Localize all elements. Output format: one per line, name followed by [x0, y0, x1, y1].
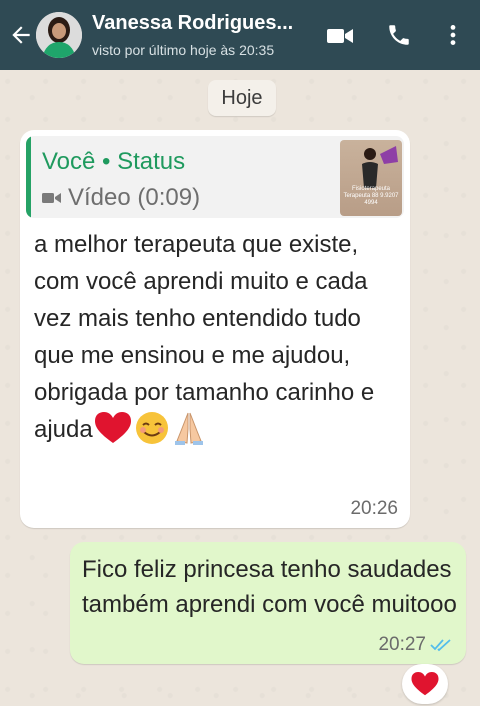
message-reaction[interactable]	[402, 664, 448, 704]
date-separator: Hoje	[208, 80, 276, 116]
video-camera-icon	[42, 193, 61, 203]
contact-name[interactable]: Vanessa Rodrigues...	[92, 12, 293, 35]
chat-header: Vanessa Rodrigues... visto por último ho…	[0, 0, 480, 70]
smiling-face-emoji	[133, 411, 171, 456]
video-call-icon[interactable]	[326, 24, 354, 48]
quote-accent-bar	[26, 136, 31, 218]
heart-reaction-icon	[411, 672, 439, 696]
status-video-thumbnail: Fisioterapeuta Terapeuta 88 9.9207 4994	[340, 140, 402, 216]
back-arrow-icon[interactable]	[8, 22, 34, 48]
phone-call-icon[interactable]	[386, 22, 412, 48]
quoted-status-reply[interactable]: Você • Status Vídeo (0:09) Fisioterapeut…	[26, 136, 404, 218]
thumbnail-caption: Fisioterapeuta Terapeuta 88 9.9207 4994	[343, 186, 399, 206]
incoming-message-text: a melhor terapeuta que existe, com você …	[34, 226, 404, 456]
read-receipt-icon	[430, 639, 451, 652]
incoming-message-time: 20:26	[350, 498, 398, 519]
outgoing-message-text: Fico feliz princesa tenho saudades també…	[82, 556, 457, 618]
more-options-icon[interactable]	[440, 22, 466, 48]
quote-media-label: Vídeo (0:09)	[68, 184, 201, 211]
heart-emoji	[93, 411, 133, 456]
outgoing-message-bubble[interactable]: Fico feliz princesa tenho saudades també…	[70, 542, 466, 664]
folded-hands-emoji	[171, 411, 207, 456]
incoming-message-bubble[interactable]: Você • Status Vídeo (0:09) Fisioterapeut…	[20, 130, 410, 528]
avatar[interactable]	[36, 12, 82, 58]
outgoing-message-time: 20:27	[378, 634, 426, 655]
quote-author: Você • Status	[42, 148, 186, 175]
last-seen-status: visto por último hoje às 20:35	[92, 42, 275, 58]
